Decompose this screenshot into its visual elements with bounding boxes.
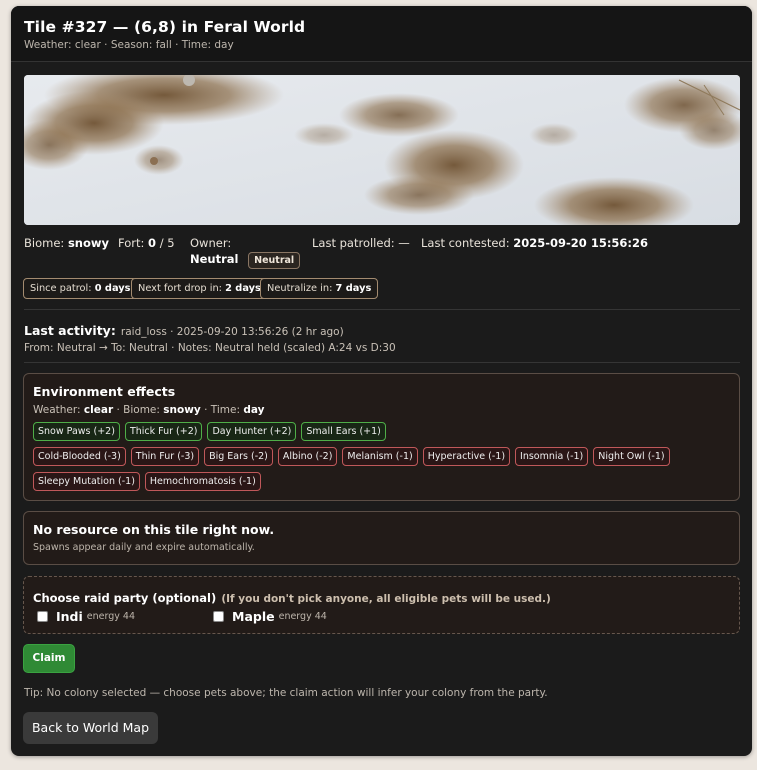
negative-effect-tag: Melanism (-1): [342, 447, 418, 466]
fort-current-value: 0: [148, 236, 157, 250]
pet-name: Indi: [56, 609, 83, 624]
raid-party-title: Choose raid party (optional): [33, 591, 217, 605]
resource-note: Spawns appear daily and expire automatic…: [33, 542, 255, 553]
tile-terrain-image: [24, 75, 740, 225]
tile-header: Tile #327 — (6,8) in Feral World Weather…: [11, 6, 752, 62]
raid-party-panel: Choose raid party (optional) (If you don…: [23, 576, 740, 634]
negative-effect-tag: Hyperactive (-1): [422, 447, 511, 466]
contested-value: 2025-09-20 15:56:26: [513, 236, 649, 250]
negative-effect-tag: Night Owl (-1): [593, 447, 670, 466]
contested-label: Last contested:: [421, 236, 510, 250]
neutralize-chip: Neutralize in: 7 days: [260, 278, 379, 299]
negative-effect-tag: Thin Fur (-3): [130, 447, 200, 466]
pet-name: Maple: [232, 609, 275, 624]
negative-effects: Cold-Blooded (-3) Thin Fur (-3) Big Ears (…: [33, 447, 730, 466]
pet-option-indi[interactable]: Indi energy 44: [37, 609, 135, 624]
positive-effect-tag: Thick Fur (+2): [124, 422, 203, 441]
positive-effect-tag: Day Hunter (+2): [207, 422, 297, 441]
page-title: Tile #327 — (6,8) in Feral World: [24, 18, 306, 36]
resource-panel: No resource on this tile right now. Spaw…: [23, 511, 740, 565]
negative-effect-tag: Sleepy Mutation (-1): [33, 472, 140, 491]
resource-status: No resource on this tile right now.: [33, 522, 275, 537]
last-activity: Last activity: raid_loss · 2025-09-20 13…: [24, 320, 396, 354]
fort-info: Fort: 0 / 5: [118, 236, 175, 250]
divider: [24, 309, 740, 310]
environment-title: Environment effects: [33, 384, 176, 399]
biome-label: Biome:: [24, 236, 65, 250]
pet-checkbox[interactable]: [213, 611, 224, 622]
positive-effects: Snow Paws (+2) Thick Fur (+2) Day Hunter (…: [33, 422, 730, 441]
fort-drop-chip: Next fort drop in: 2 days: [131, 278, 268, 299]
biome-info: Biome: snowy: [24, 236, 109, 250]
pet-option-maple[interactable]: Maple energy 44: [213, 609, 327, 624]
fort-drop-value: 2 days: [225, 283, 261, 294]
negative-effect-tag: Cold-Blooded (-3): [33, 447, 126, 466]
tile-panel: Tile #327 — (6,8) in Feral World Weather…: [11, 6, 752, 756]
last-activity-details: From: Neutral → To: Neutral · Notes: Neu…: [24, 342, 396, 354]
negative-effect-tag: Big Ears (-2): [204, 447, 273, 466]
env-biome-label: · Biome:: [116, 404, 160, 416]
owner-label: Owner:: [190, 236, 232, 250]
last-activity-meta: raid_loss · 2025-09-20 13:56:26 (2 hr ag…: [120, 326, 344, 338]
fort-label: Fort:: [118, 236, 145, 250]
environment-conditions: Weather: clear · Biome: snowy · Time: da…: [33, 404, 730, 416]
since-patrol-label: Since patrol:: [30, 283, 92, 294]
pet-checkbox[interactable]: [37, 611, 48, 622]
last-activity-label: Last activity:: [24, 323, 116, 338]
negative-effect-tag: Hemochromatosis (-1): [144, 472, 261, 491]
weather-value: clear: [83, 404, 114, 416]
pet-energy: energy 44: [278, 611, 327, 622]
claim-button[interactable]: Claim: [23, 644, 75, 673]
environment-effects-panel: Environment effects Weather: clear · Bio…: [23, 373, 740, 501]
negative-effects: Sleepy Mutation (-1) Hemochromatosis (-1): [33, 472, 730, 491]
time-value: day: [243, 404, 265, 416]
since-patrol-chip: Since patrol: 0 days: [23, 278, 138, 299]
weather-label: Weather:: [33, 404, 81, 416]
pet-energy: energy 44: [86, 611, 136, 622]
divider: [24, 362, 740, 363]
owner-badge: Neutral: [248, 252, 301, 269]
time-label: · Time:: [204, 404, 241, 416]
neutralize-label: Neutralize in:: [267, 283, 333, 294]
back-to-world-map-button[interactable]: Back to World Map: [23, 712, 158, 744]
env-biome-value: snowy: [163, 404, 201, 416]
since-patrol-value: 0 days: [94, 283, 131, 294]
owner-info: Owner: Neutral Neutral: [190, 236, 301, 269]
neutralize-value: 7 days: [335, 283, 372, 294]
positive-effect-tag: Snow Paws (+2): [33, 422, 120, 441]
last-contested-info: Last contested: 2025-09-20 15:56:26: [421, 236, 648, 250]
conditions-subtitle: Weather: clear · Season: fall · Time: da…: [24, 39, 234, 51]
claim-tip: Tip: No colony selected — choose pets ab…: [24, 687, 548, 699]
negative-effect-tag: Insomnia (-1): [515, 447, 589, 466]
fort-drop-label: Next fort drop in:: [138, 283, 222, 294]
negative-effect-tag: Albino (-2): [277, 447, 338, 466]
fort-max-value: / 5: [159, 236, 175, 250]
last-patrolled-info: Last patrolled: —: [312, 236, 410, 250]
snow-terrain-illustration: [24, 75, 740, 225]
owner-value: Neutral: [190, 252, 239, 266]
positive-effect-tag: Small Ears (+1): [301, 422, 386, 441]
raid-party-hint: (If you don't pick anyone, all eligible …: [221, 593, 551, 605]
biome-value: snowy: [67, 236, 109, 250]
